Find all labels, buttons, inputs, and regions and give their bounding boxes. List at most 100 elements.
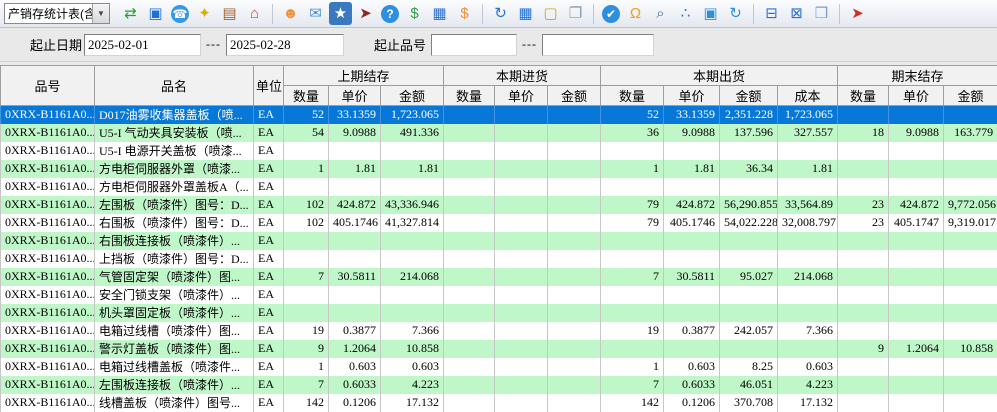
cost-cell[interactable]: 32,008.797 bbox=[778, 214, 838, 232]
person-money-icon[interactable]: $ bbox=[453, 2, 476, 25]
table-row[interactable]: 0XRX-B1161A0...方电柜伺服器外罩盖板A（...EA bbox=[1, 178, 997, 196]
item-no-cell[interactable]: 0XRX-B1161A0... bbox=[1, 232, 95, 250]
qty-cell[interactable] bbox=[838, 106, 889, 124]
qty-cell[interactable]: 9 bbox=[838, 340, 889, 358]
price-cell[interactable] bbox=[495, 322, 548, 340]
amount-cell[interactable] bbox=[944, 250, 997, 268]
copy-pages-icon[interactable]: ❐ bbox=[564, 2, 587, 25]
item-no-cell[interactable]: 0XRX-B1161A0... bbox=[1, 106, 95, 124]
qty-cell[interactable] bbox=[444, 268, 495, 286]
qty-cell[interactable] bbox=[444, 304, 495, 322]
price-cell[interactable]: 1.2064 bbox=[889, 340, 944, 358]
price-cell[interactable] bbox=[495, 214, 548, 232]
item-no-cell[interactable]: 0XRX-B1161A0... bbox=[1, 322, 95, 340]
qty-cell[interactable]: 36 bbox=[601, 124, 664, 142]
price-cell[interactable]: 0.6033 bbox=[329, 376, 381, 394]
amount-cell[interactable] bbox=[944, 394, 997, 412]
qty-cell[interactable]: 7 bbox=[601, 376, 664, 394]
price-cell[interactable]: 0.3877 bbox=[329, 322, 381, 340]
price-cell[interactable] bbox=[495, 142, 548, 160]
price-cell[interactable]: 0.3877 bbox=[664, 322, 720, 340]
qty-cell[interactable] bbox=[444, 322, 495, 340]
amount-cell[interactable]: 242.057 bbox=[720, 322, 778, 340]
unit-cell[interactable]: EA bbox=[254, 160, 284, 178]
qty-cell[interactable] bbox=[444, 394, 495, 412]
price-cell[interactable] bbox=[889, 106, 944, 124]
amount-cell[interactable] bbox=[944, 268, 997, 286]
price-cell[interactable] bbox=[495, 358, 548, 376]
amount-cell[interactable] bbox=[944, 286, 997, 304]
price-cell[interactable] bbox=[664, 340, 720, 358]
unit-cell[interactable]: EA bbox=[254, 286, 284, 304]
date-from-input[interactable] bbox=[84, 34, 201, 56]
amount-cell[interactable] bbox=[548, 160, 601, 178]
amount-cell[interactable] bbox=[381, 304, 444, 322]
item-name-cell[interactable]: 左围板连接板（喷漆件）... bbox=[95, 376, 254, 394]
amount-cell[interactable] bbox=[381, 232, 444, 250]
amount-cell[interactable]: 9,319.017 bbox=[944, 214, 997, 232]
item-name-cell[interactable]: 安全门锁支架（喷漆件）... bbox=[95, 286, 254, 304]
price-cell[interactable] bbox=[329, 286, 381, 304]
qty-cell[interactable] bbox=[838, 142, 889, 160]
qty-cell[interactable] bbox=[284, 232, 329, 250]
price-cell[interactable]: 30.5811 bbox=[664, 268, 720, 286]
amount-cell[interactable]: 54,022.228 bbox=[720, 214, 778, 232]
price-cell[interactable] bbox=[495, 304, 548, 322]
item-no-cell[interactable]: 0XRX-B1161A0... bbox=[1, 304, 95, 322]
qty-cell[interactable] bbox=[444, 232, 495, 250]
amount-cell[interactable] bbox=[548, 250, 601, 268]
item-name-cell[interactable]: 气管固定架（喷漆件）图... bbox=[95, 268, 254, 286]
price-cell[interactable]: 405.1746 bbox=[329, 214, 381, 232]
cost-cell[interactable] bbox=[778, 286, 838, 304]
amount-cell[interactable] bbox=[381, 286, 444, 304]
qty-cell[interactable]: 1 bbox=[601, 160, 664, 178]
amount-cell[interactable]: 163.779 bbox=[944, 124, 997, 142]
qty-cell[interactable] bbox=[838, 232, 889, 250]
cost-cell[interactable]: 17.132 bbox=[778, 394, 838, 412]
price-cell[interactable] bbox=[889, 304, 944, 322]
amount-cell[interactable] bbox=[548, 304, 601, 322]
table-row[interactable]: 0XRX-B1161A0...气管固定架（喷漆件）图...EA730.58112… bbox=[1, 268, 997, 286]
price-cell[interactable]: 424.872 bbox=[329, 196, 381, 214]
amount-cell[interactable]: 41,327.814 bbox=[381, 214, 444, 232]
table-row[interactable]: 0XRX-B1161A0...机头罩固定板（喷漆件）...EA bbox=[1, 304, 997, 322]
qty-cell[interactable]: 7 bbox=[284, 376, 329, 394]
money-icon[interactable]: $ bbox=[403, 2, 426, 25]
price-cell[interactable] bbox=[889, 358, 944, 376]
price-cell[interactable] bbox=[889, 178, 944, 196]
price-cell[interactable] bbox=[329, 178, 381, 196]
qty-cell[interactable] bbox=[838, 394, 889, 412]
chevron-down-icon[interactable]: ▼ bbox=[92, 4, 109, 23]
cart-icon[interactable]: ▦ bbox=[428, 2, 451, 25]
qty-cell[interactable] bbox=[838, 178, 889, 196]
qty-cell[interactable] bbox=[601, 232, 664, 250]
computer-icon[interactable]: ▣ bbox=[144, 2, 167, 25]
amount-cell[interactable] bbox=[548, 358, 601, 376]
price-cell[interactable]: 424.872 bbox=[664, 196, 720, 214]
users-icon[interactable]: ☻ bbox=[279, 2, 302, 25]
table-row[interactable]: 0XRX-B1161A0...左围板连接板（喷漆件）...EA70.60334.… bbox=[1, 376, 997, 394]
key-icon[interactable]: ➤ bbox=[354, 2, 377, 25]
unit-cell[interactable]: EA bbox=[254, 178, 284, 196]
price-cell[interactable]: 0.1206 bbox=[664, 394, 720, 412]
item-name-cell[interactable]: 右围板（喷漆件）图号：D... bbox=[95, 214, 254, 232]
amount-cell[interactable] bbox=[720, 304, 778, 322]
price-cell[interactable] bbox=[664, 142, 720, 160]
exit-door-icon[interactable]: ➤ bbox=[846, 2, 869, 25]
qty-cell[interactable] bbox=[444, 142, 495, 160]
qty-cell[interactable] bbox=[838, 160, 889, 178]
cascade-windows-icon[interactable]: ❒ bbox=[810, 2, 833, 25]
qty-cell[interactable] bbox=[284, 286, 329, 304]
price-cell[interactable]: 424.872 bbox=[889, 196, 944, 214]
qty-cell[interactable] bbox=[838, 286, 889, 304]
amount-cell[interactable] bbox=[548, 340, 601, 358]
qty-cell[interactable]: 79 bbox=[601, 214, 664, 232]
price-cell[interactable]: 9.0988 bbox=[889, 124, 944, 142]
qty-cell[interactable] bbox=[444, 340, 495, 358]
item-no-cell[interactable]: 0XRX-B1161A0... bbox=[1, 160, 95, 178]
price-cell[interactable]: 405.1746 bbox=[664, 214, 720, 232]
unit-cell[interactable]: EA bbox=[254, 124, 284, 142]
amount-cell[interactable]: 95.027 bbox=[720, 268, 778, 286]
amount-cell[interactable]: 2,351.228 bbox=[720, 106, 778, 124]
item-no-cell[interactable]: 0XRX-B1161A0... bbox=[1, 178, 95, 196]
